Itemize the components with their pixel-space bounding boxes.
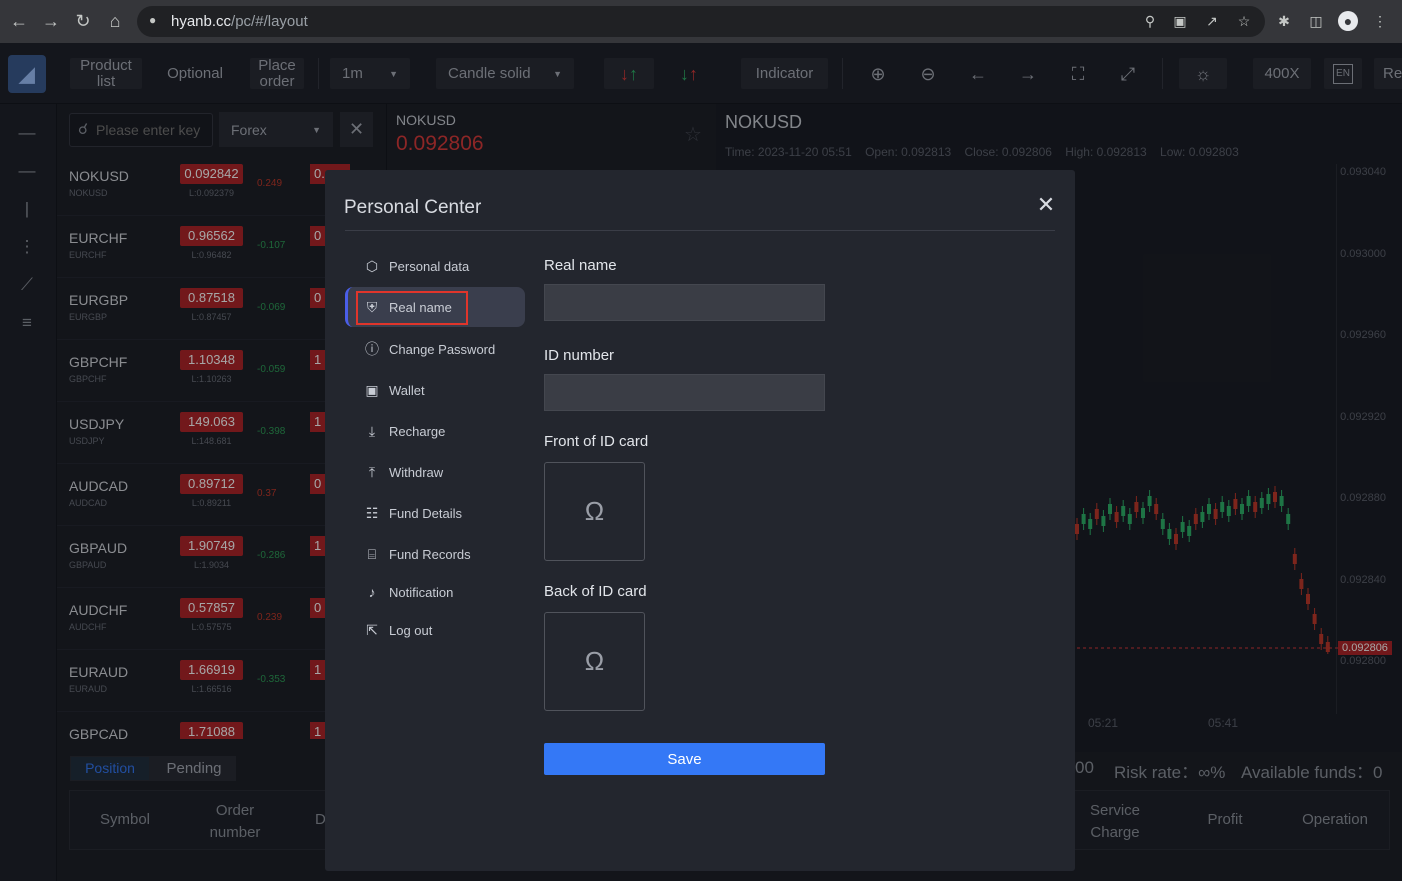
forward-icon[interactable]: → — [38, 8, 64, 34]
modal-title: Personal Center — [344, 197, 482, 218]
menu-item-label: Personal data — [389, 258, 470, 274]
real-name-label: Real name — [544, 257, 617, 274]
back-icon[interactable]: ← — [6, 8, 32, 34]
sidepanel-icon[interactable]: ◫ — [1306, 11, 1326, 31]
menu-dots-icon[interactable]: ⋮ — [1370, 11, 1390, 31]
alert-circle-icon: ⓘ — [365, 341, 379, 357]
hexagon-icon: ⬡ — [365, 258, 379, 274]
menu-item-recharge[interactable]: ⤓ Recharge — [345, 411, 525, 451]
profile-icon[interactable]: ● — [1338, 11, 1358, 31]
share-icon[interactable]: ↗ — [1202, 11, 1222, 31]
menu-item-label: Withdraw — [389, 464, 444, 480]
back-id-label: Back of ID card — [544, 583, 647, 600]
address-bar[interactable]: ● hyanb.cc/pc/#/layout ⚲ ▣ ↗ ☆ — [137, 6, 1265, 37]
real-name-input[interactable] — [544, 284, 825, 321]
document-icon: ⌸ — [367, 546, 377, 562]
menu-item-fund-records[interactable]: ⌸ Fund Records — [345, 534, 525, 574]
personal-center-modal: Personal Center ✕ ⬡ Personal data ⛨ Real na… — [325, 170, 1075, 871]
menu-item-label: Fund Records — [389, 546, 471, 562]
home-icon[interactable]: ⌂ — [102, 8, 128, 34]
menu-item-label: Notification — [389, 584, 454, 600]
id-number-label: ID number — [544, 347, 615, 364]
bookmark-star-icon[interactable]: ☆ — [1234, 11, 1254, 31]
download-arrow-icon: ⤓ — [368, 423, 376, 439]
translate-icon[interactable]: ▣ — [1170, 11, 1190, 31]
lock-icon: ● — [149, 13, 157, 27]
bell-icon: ♪ — [368, 584, 376, 600]
menu-item-label: Change Password — [389, 341, 496, 357]
back-id-upload[interactable]: Ω — [544, 612, 645, 711]
id-number-input[interactable] — [544, 374, 825, 411]
upload-arrow-icon: ⤒ — [368, 464, 376, 480]
list-icon: ☷ — [365, 505, 379, 521]
menu-item-wallet[interactable]: ▣ Wallet — [345, 370, 525, 410]
menu-item-fund-details[interactable]: ☷ Fund Details — [345, 493, 525, 533]
menu-item-withdraw[interactable]: ⤒ Withdraw — [345, 452, 525, 492]
menu-item-personal-data[interactable]: ⬡ Personal data — [345, 246, 525, 286]
menu-item-change-password[interactable]: ⓘ Change Password — [345, 329, 525, 369]
upload-omega-icon: Ω — [584, 646, 605, 676]
menu-item-label: Fund Details — [389, 505, 462, 521]
menu-item-label: Recharge — [389, 423, 446, 439]
save-button[interactable]: Save — [544, 743, 825, 775]
key-icon[interactable]: ⚲ — [1140, 11, 1160, 31]
upload-omega-icon: Ω — [584, 496, 605, 526]
front-id-label: Front of ID card — [544, 433, 649, 450]
logout-icon: ⇱ — [366, 622, 378, 638]
menu-item-label: Wallet — [389, 382, 425, 398]
reload-icon[interactable]: ↻ — [70, 8, 96, 34]
browser-chrome: ← → ↻ ⌂ ● hyanb.cc/pc/#/layout ⚲ ▣ ↗ ☆ ✱… — [0, 0, 1402, 43]
menu-item-label: Log out — [389, 622, 433, 638]
close-icon[interactable]: ✕ — [1035, 194, 1057, 216]
front-id-upload[interactable]: Ω — [544, 462, 645, 561]
menu-item-log-out[interactable]: ⇱ Log out — [345, 610, 525, 650]
modal-divider — [345, 230, 1055, 231]
url-text: hyanb.cc/pc/#/layout — [171, 13, 308, 30]
highlight-box — [356, 291, 468, 325]
url-host: hyanb.cc — [171, 13, 232, 30]
extensions-icon[interactable]: ✱ — [1274, 11, 1294, 31]
menu-item-notification[interactable]: ♪ Notification — [345, 572, 525, 612]
url-path: /pc/#/layout — [231, 13, 308, 30]
wallet-icon: ▣ — [365, 382, 379, 398]
